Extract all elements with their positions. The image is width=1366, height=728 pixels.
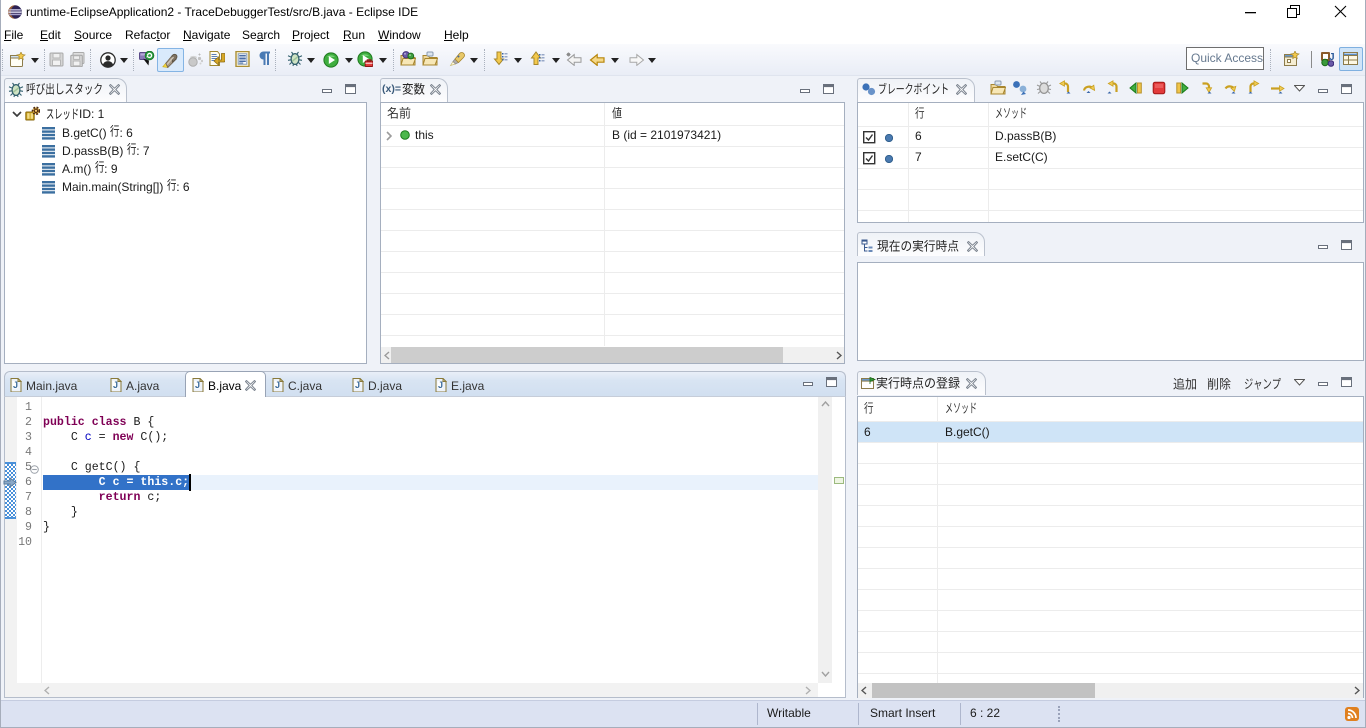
svg-text:J: J [195,380,200,390]
svg-text:J: J [438,380,443,390]
svg-text:J: J [113,380,118,390]
svg-text:J: J [355,380,360,390]
svg-text:J: J [275,380,280,390]
svg-text:J: J [13,380,18,390]
